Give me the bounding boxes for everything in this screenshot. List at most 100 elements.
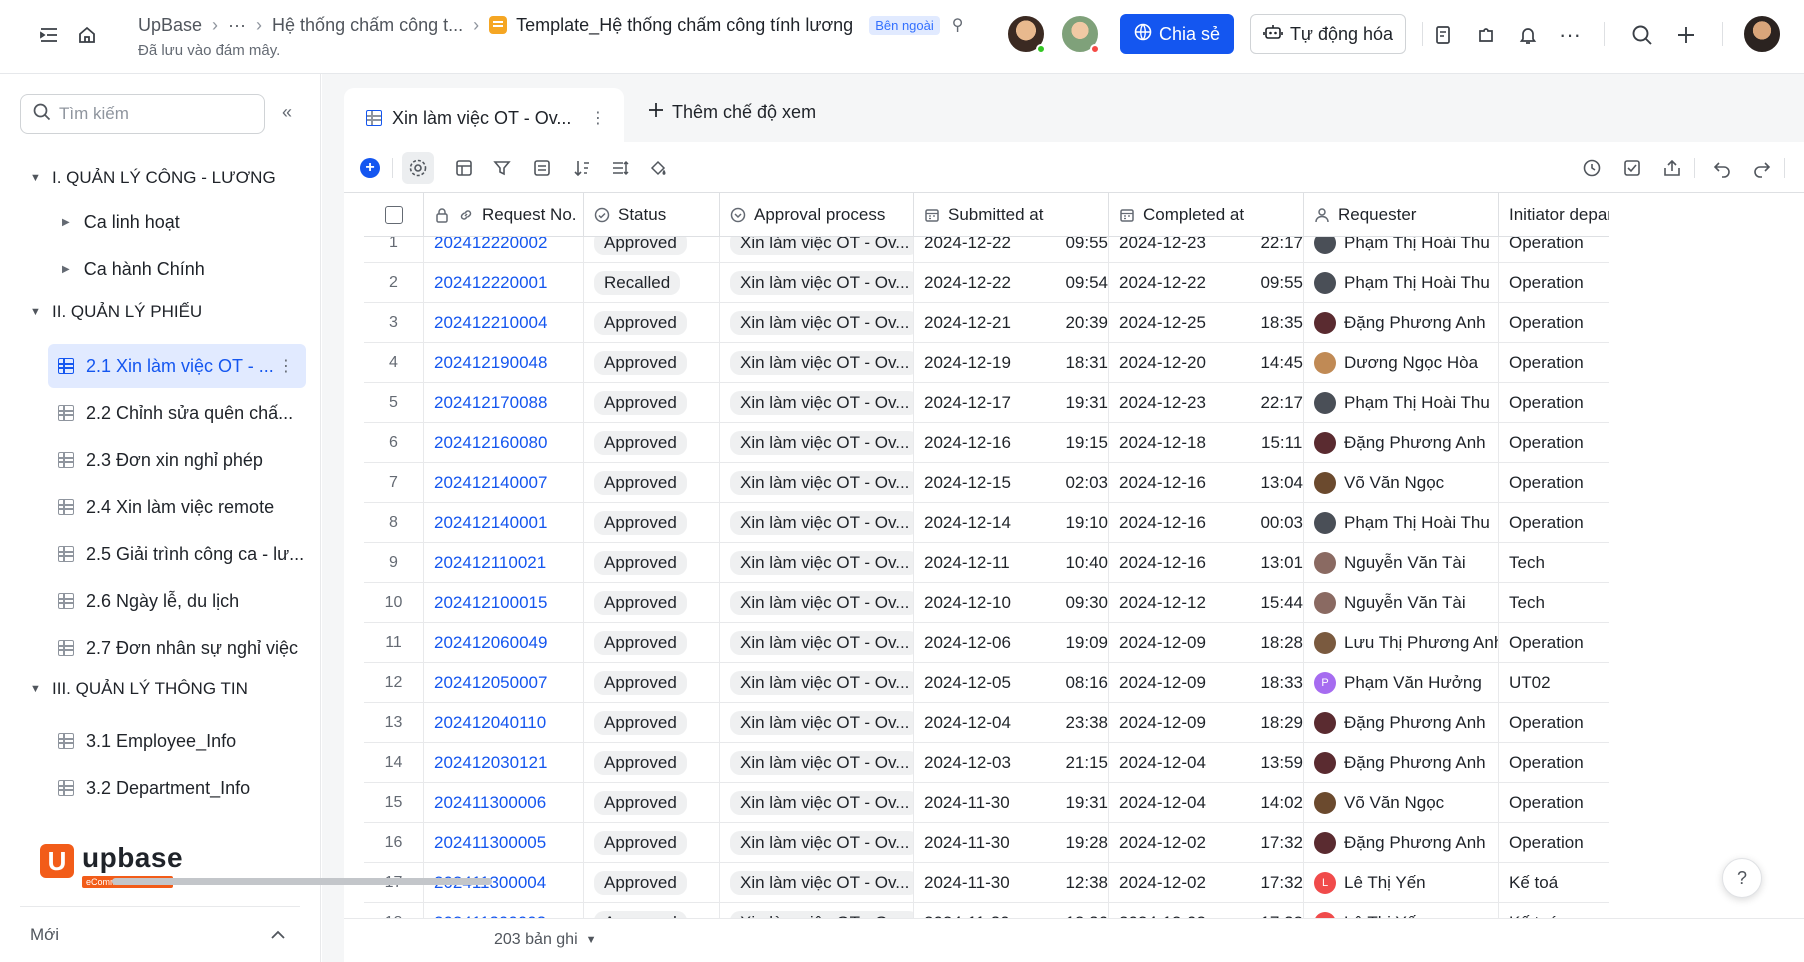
initiator-dept-cell[interactable]: Operation [1499, 263, 1609, 303]
status-cell[interactable]: Approved [584, 383, 720, 423]
status-cell[interactable]: Approved [584, 463, 720, 503]
initiator-dept-cell[interactable]: Operation [1499, 423, 1609, 463]
submitted-at-cell[interactable]: 2024-12-14 19:10 [914, 503, 1109, 543]
status-cell[interactable]: Approved [584, 503, 720, 543]
column-header-completed-at[interactable]: Completed at [1109, 193, 1304, 237]
table-row[interactable]: 15 202411300006 Approved Xin làm việc OT - … [364, 783, 1609, 823]
initiator-dept-cell[interactable]: Operation [1499, 383, 1609, 423]
requester-cell[interactable]: Dương Ngọc Hòa [1304, 343, 1499, 383]
requester-cell[interactable]: Nguyễn Văn Tài [1304, 583, 1499, 623]
status-cell[interactable]: Approved [584, 863, 720, 903]
completed-at-cell[interactable]: 2024-12-12 15:44 [1109, 583, 1304, 623]
approval-process-cell[interactable]: Xin làm việc OT - Ov... [720, 343, 914, 383]
request-no-cell[interactable]: 202412050007 [424, 663, 584, 703]
request-no-link[interactable]: 202412110021 [434, 553, 546, 573]
table-row[interactable]: 8 202412140001 Approved Xin làm việc OT - O… [364, 503, 1609, 543]
request-no-cell[interactable]: 202411300006 [424, 783, 584, 823]
completed-at-cell[interactable]: 2024-12-02 17:32 [1109, 823, 1304, 863]
submitted-at-cell[interactable]: 2024-12-19 18:31 [914, 343, 1109, 383]
table-row[interactable]: 10 202412100015 Approved Xin làm việc OT - … [364, 583, 1609, 623]
sidebar-item-leave-request[interactable]: 2.3 Đơn xin nghỉ phép [48, 438, 306, 482]
sidebar-item-resignation[interactable]: 2.7 Đơn nhân sự nghỉ việc [48, 626, 306, 670]
nav-folder-ca-linh-hoat[interactable]: ▶ Ca linh hoạt [62, 207, 180, 237]
approval-process-cell[interactable]: Xin làm việc OT - Ov... [720, 903, 914, 918]
request-no-cell[interactable]: 202412220001 [424, 263, 584, 303]
request-no-link[interactable]: 202412060049 [434, 633, 547, 653]
field-config-icon[interactable] [452, 156, 476, 180]
sidebar-toggle-icon[interactable] [38, 24, 60, 46]
initiator-dept-cell[interactable]: Kế toán [1499, 903, 1609, 918]
request-no-cell[interactable]: 202411300003 [424, 903, 584, 918]
table-row[interactable]: 7 202412140007 Approved Xin làm việc OT - O… [364, 463, 1609, 503]
add-record-button[interactable]: + [360, 158, 380, 178]
submitted-at-cell[interactable]: 2024-11-30 19:31 [914, 783, 1109, 823]
request-no-cell[interactable]: 202411300005 [424, 823, 584, 863]
add-view-button[interactable]: Thêm chế độ xem [648, 102, 816, 123]
requester-cell[interactable]: Phạm Thị Hoài Thu [1304, 383, 1499, 423]
status-cell[interactable]: Approved [584, 343, 720, 383]
request-no-cell[interactable]: 202412140007 [424, 463, 584, 503]
submitted-at-cell[interactable]: 2024-12-21 20:39 [914, 303, 1109, 343]
status-cell[interactable]: Approved [584, 423, 720, 463]
approval-process-cell[interactable]: Xin làm việc OT - Ov... [720, 743, 914, 783]
initiator-dept-cell[interactable]: Tech [1499, 583, 1609, 623]
status-cell[interactable]: Approved [584, 783, 720, 823]
requester-cell[interactable]: P Phạm Văn Hưởng [1304, 663, 1499, 703]
table-row[interactable]: 12 202412050007 Approved Xin làm việc OT - … [364, 663, 1609, 703]
column-header-requester[interactable]: Requester [1304, 193, 1499, 237]
submitted-at-cell[interactable]: 2024-11-30 12:38 [914, 863, 1109, 903]
request-no-link[interactable]: 202412050007 [434, 673, 547, 693]
sidebar-item-employee-info[interactable]: 3.1 Employee_Info [48, 719, 306, 763]
nav-group-quan-ly-thong-tin[interactable]: ▼ III. QUẢN LÝ THÔNG TIN [30, 675, 248, 703]
submitted-at-cell[interactable]: 2024-12-11 10:40 [914, 543, 1109, 583]
submitted-at-cell[interactable]: 2024-12-05 08:16 [914, 663, 1109, 703]
history-icon[interactable] [1580, 156, 1604, 180]
plugin-icon[interactable] [1474, 23, 1498, 47]
request-no-link[interactable]: 202412160080 [434, 433, 547, 453]
request-no-cell[interactable]: 202412030121 [424, 743, 584, 783]
submitted-at-cell[interactable]: 2024-12-06 19:09 [914, 623, 1109, 663]
requester-cell[interactable]: Lưu Thị Phương Anh [1304, 623, 1499, 663]
share-button[interactable]: Chia sẻ [1120, 14, 1234, 54]
completed-at-cell[interactable]: 2024-12-09 18:33 [1109, 663, 1304, 703]
approval-process-cell[interactable]: Xin làm việc OT - Ov... [720, 863, 914, 903]
request-no-cell[interactable]: 202412190048 [424, 343, 584, 383]
initiator-dept-cell[interactable]: Operation [1499, 623, 1609, 663]
requester-cell[interactable]: LLê Thị Yến [1304, 903, 1499, 918]
nav-folder-ca-hanh-chinh[interactable]: ▶ Ca hành Chính [62, 254, 205, 284]
status-cell[interactable]: Approved [584, 543, 720, 583]
requester-cell[interactable]: Đặng Phương Anh [1304, 423, 1499, 463]
approval-process-cell[interactable]: Xin làm việc OT - Ov... [720, 503, 914, 543]
table-row[interactable]: 11 202412060049 Approved Xin làm việc OT - … [364, 623, 1609, 663]
approval-process-cell[interactable]: Xin làm việc OT - Ov... [720, 663, 914, 703]
completed-at-cell[interactable]: 2024-12-09 18:29 [1109, 703, 1304, 743]
completed-at-cell[interactable]: 2024-12-16 13:04 [1109, 463, 1304, 503]
approval-process-cell[interactable]: Xin làm việc OT - Ov... [720, 383, 914, 423]
completed-at-cell[interactable]: 2024-12-22 09:55 [1109, 263, 1304, 303]
column-header-checkbox[interactable] [364, 193, 424, 237]
status-cell[interactable]: Approved [584, 743, 720, 783]
undo-icon[interactable] [1710, 156, 1734, 180]
requester-cell[interactable]: Võ Văn Ngọc [1304, 463, 1499, 503]
automation-button[interactable]: Tự động hóa [1250, 14, 1406, 54]
status-cell[interactable]: Approved [584, 303, 720, 343]
request-no-cell[interactable]: 202412140001 [424, 503, 584, 543]
nav-group-quan-ly-phieu[interactable]: ▼ II. QUẢN LÝ PHIẾU [30, 298, 202, 326]
table-row[interactable]: 13 202412040110 Approved Xin làm việc OT - … [364, 703, 1609, 743]
requester-cell[interactable]: Phạm Thị Hoài Thu [1304, 263, 1499, 303]
submitted-at-cell[interactable]: 2024-12-17 19:31 [914, 383, 1109, 423]
completed-at-cell[interactable]: 2024-12-18 15:11 [1109, 423, 1304, 463]
breadcrumb-document-title[interactable]: Template_Hệ thống chấm công tính lương [516, 15, 853, 36]
completed-at-cell[interactable]: 2024-12-25 18:35 [1109, 303, 1304, 343]
document-info-icon[interactable] [1432, 23, 1456, 47]
column-header-initiator-dept[interactable]: Initiator depar [1499, 193, 1609, 237]
sidebar-item-remote-request[interactable]: 2.4 Xin làm việc remote [48, 485, 306, 529]
submitted-at-cell[interactable]: 2024-12-16 19:15 [914, 423, 1109, 463]
initiator-dept-cell[interactable]: Tech [1499, 543, 1609, 583]
request-no-cell[interactable]: 202412160080 [424, 423, 584, 463]
approval-process-cell[interactable]: Xin làm việc OT - Ov... [720, 423, 914, 463]
initiator-dept-cell[interactable]: Operation [1499, 823, 1609, 863]
checklist-icon[interactable] [1620, 156, 1644, 180]
request-no-link[interactable]: 202412040110 [434, 713, 546, 733]
submitted-at-cell[interactable]: 2024-12-10 09:30 [914, 583, 1109, 623]
